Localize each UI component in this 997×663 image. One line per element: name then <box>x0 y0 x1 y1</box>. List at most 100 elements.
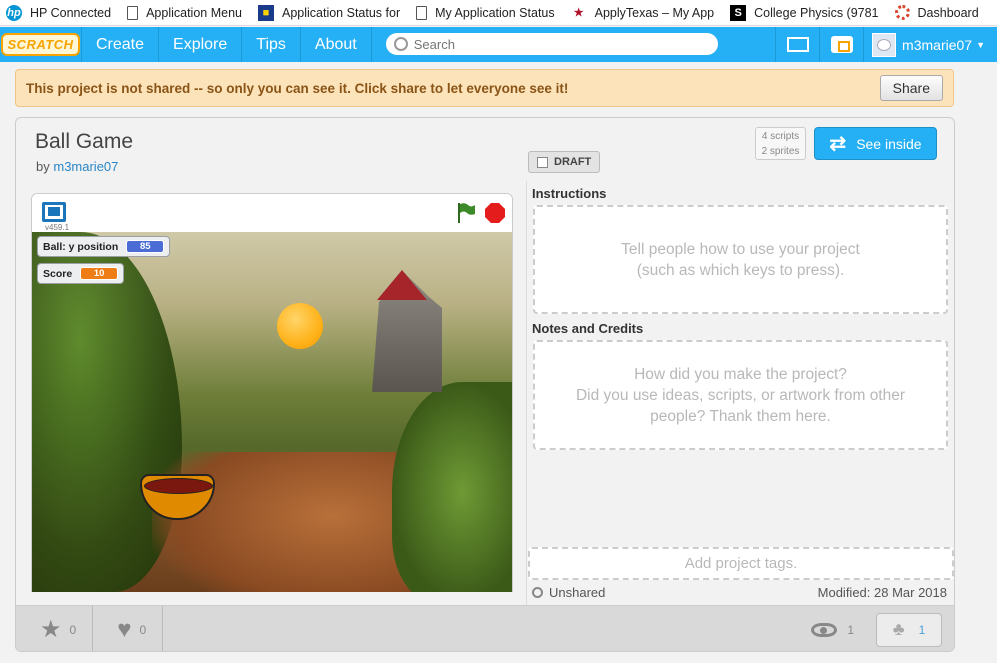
share-status: Unshared <box>532 585 605 600</box>
bookmark-dashboard[interactable]: Dashboard <box>894 5 979 20</box>
sprites-count: 2 sprites <box>761 146 800 157</box>
username: m3marie07 <box>902 36 973 53</box>
bookmarks-bar: hp HP Connected Application Menu ■ Appli… <box>0 0 997 26</box>
monitor-label: Ball: y position <box>43 240 119 253</box>
project-counts: 4 scripts 2 sprites <box>755 127 806 160</box>
love-button[interactable]: ♥ 0 <box>93 606 164 651</box>
document-icon <box>127 5 139 20</box>
bookmark-label: ApplyTexas – My App <box>594 5 715 20</box>
bookmark-application-menu[interactable]: Application Menu <box>127 5 242 20</box>
favorite-button[interactable]: ★ 0 <box>16 606 94 651</box>
love-count: 0 <box>139 622 147 637</box>
byline: by m3marie07 <box>36 159 118 174</box>
favorite-count: 0 <box>69 622 77 637</box>
scripts-count: 4 scripts <box>761 131 800 142</box>
column-divider <box>526 181 527 605</box>
stats-bar: ★ 0 ♥ 0 1 ♣ 1 <box>16 605 954 651</box>
ball-sprite[interactable] <box>277 303 323 349</box>
folder-icon <box>830 36 853 53</box>
bookmark-label: Application Menu <box>146 5 242 20</box>
logo-text: SCRATCH <box>1 33 80 56</box>
eye-icon <box>811 622 838 637</box>
bookmark-my-application-status[interactable]: My Application Status <box>416 5 555 20</box>
views-count: 1 <box>847 622 854 637</box>
search-input[interactable] <box>413 36 694 52</box>
fullscreen-icon[interactable] <box>42 202 66 222</box>
instructions-placeholder-line: Tell people how to use your project <box>621 240 860 258</box>
backdrop-castle-roof <box>377 270 427 300</box>
hp-icon: hp <box>6 4 22 21</box>
chevron-down-icon: ▼ <box>976 39 985 50</box>
checkbox-icon <box>537 156 548 168</box>
bookmark-label: Dashboard <box>917 5 979 20</box>
stage[interactable]: Ball: y position 85 Score 10 <box>32 232 512 592</box>
search-icon <box>393 37 408 51</box>
remix-tree-icon: ♣ <box>892 619 905 639</box>
app-status-icon: ■ <box>257 4 274 21</box>
bookmark-applytexas[interactable]: ★ ApplyTexas – My App <box>571 5 715 21</box>
remix-arrows-icon: ⇄ <box>829 133 847 155</box>
remix-count: 1 <box>918 622 926 637</box>
remix-tree-button[interactable]: ♣ 1 <box>876 612 942 647</box>
green-flag-icon[interactable] <box>456 202 476 224</box>
banner-text: This project is not shared -- so only yo… <box>26 80 569 96</box>
author-link[interactable]: m3marie07 <box>53 159 118 174</box>
stop-icon[interactable] <box>485 203 505 223</box>
variable-monitor-ball-y[interactable]: Ball: y position 85 <box>37 236 171 257</box>
messages-button[interactable] <box>775 27 819 62</box>
see-inside-label: See inside <box>856 135 922 152</box>
unshared-label: Unshared <box>549 585 606 600</box>
draft-badge[interactable]: DRAFT <box>528 151 601 173</box>
by-prefix: by <box>36 159 50 174</box>
bookmark-label: College Physics (9781 <box>754 5 879 20</box>
modified-date: Modified: 28 Mar 2018 <box>817 585 947 600</box>
bookmark-hp-connected[interactable]: hp HP Connected <box>6 4 112 21</box>
star-icon: ★ <box>40 616 62 643</box>
instructions-heading: Instructions <box>532 186 607 201</box>
notes-placeholder-line: Did you use ideas, scripts, or artwork f… <box>575 386 906 404</box>
player-version: v459.1 <box>45 223 70 232</box>
bookmark-label: HP Connected <box>30 5 112 20</box>
bookmark-label: My Application Status <box>435 5 555 20</box>
my-stuff-button[interactable] <box>819 27 863 62</box>
ring-icon <box>894 5 910 20</box>
unshared-icon <box>532 587 543 598</box>
not-shared-banner: This project is not shared -- so only yo… <box>15 69 954 107</box>
draft-label: DRAFT <box>554 156 592 168</box>
project-title[interactable]: Ball Game <box>35 130 133 154</box>
s-icon: S <box>730 4 747 21</box>
star-icon: ★ <box>573 7 584 19</box>
document-icon <box>416 5 428 20</box>
project-card: Ball Game by m3marie07 DRAFT 4 scripts 2… <box>15 117 955 652</box>
notes-placeholder-line: people? Thank them here. <box>650 407 831 425</box>
avatar <box>872 32 897 57</box>
bookmark-label: Application Status for <box>281 5 401 20</box>
mail-icon <box>786 37 809 52</box>
scratch-logo[interactable]: SCRATCH <box>0 27 82 62</box>
monitor-value: 85 <box>126 240 165 253</box>
project-player: v459.1 Ball: y position 85 Score 10 <box>31 193 513 592</box>
notes-placeholder-line: How did you make the project? <box>634 365 847 383</box>
nav-about[interactable]: About <box>301 27 372 62</box>
nav-explore[interactable]: Explore <box>159 27 243 62</box>
monitor-value: 10 <box>80 267 119 280</box>
bookmark-college-physics[interactable]: S College Physics (9781 <box>730 4 879 21</box>
notes-heading: Notes and Credits <box>532 321 644 336</box>
user-menu[interactable]: m3marie07 ▼ <box>863 27 997 62</box>
see-inside-button[interactable]: ⇄ See inside <box>814 127 937 160</box>
top-nav: SCRATCH Create Explore Tips About m3mari… <box>0 27 997 62</box>
nav-right: m3marie07 ▼ <box>775 27 997 62</box>
instructions-placeholder-line: (such as which keys to press). <box>636 261 845 279</box>
share-button[interactable]: Share <box>879 75 943 101</box>
tags-field[interactable]: Add project tags. <box>528 547 954 580</box>
nav-tips[interactable]: Tips <box>242 27 301 62</box>
monitor-label: Score <box>43 267 73 280</box>
nav-create[interactable]: Create <box>82 27 160 62</box>
heart-icon: ♥ <box>117 615 132 643</box>
variable-monitor-score[interactable]: Score 10 <box>37 263 125 284</box>
views-stat: 1 <box>811 622 854 637</box>
notes-field[interactable]: How did you make the project? Did you us… <box>533 340 948 450</box>
instructions-field[interactable]: Tell people how to use your project (suc… <box>533 205 948 314</box>
search-box[interactable] <box>385 33 718 55</box>
bookmark-application-status[interactable]: ■ Application Status for <box>257 4 401 21</box>
